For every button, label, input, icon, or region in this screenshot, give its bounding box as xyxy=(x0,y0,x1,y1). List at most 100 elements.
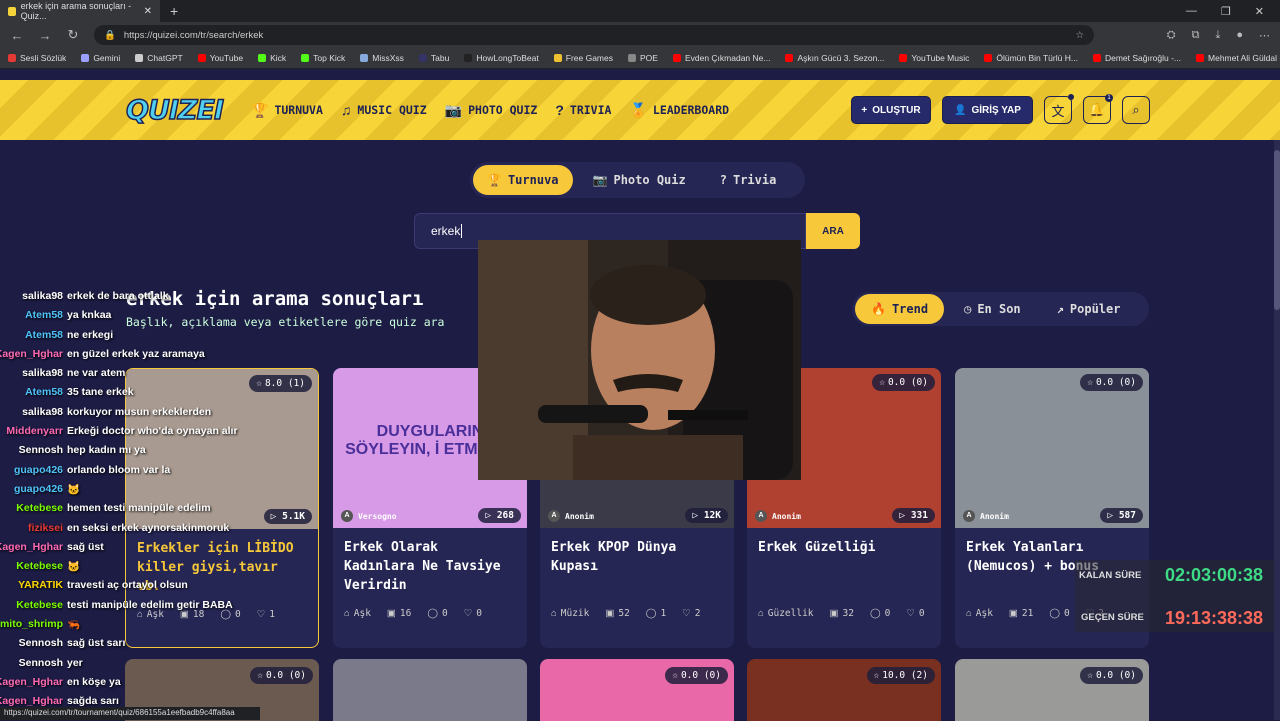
bookmark-item[interactable]: Ölümün Bin Türlü H... xyxy=(984,53,1078,63)
chat-message: Ketebese hemen testi manipüle edelim xyxy=(0,502,280,521)
bookmark-icon xyxy=(418,54,427,62)
nav-label: LEADERBOARD xyxy=(652,103,730,117)
comment-icon: ◯ xyxy=(645,608,657,619)
bookmark-item[interactable]: Free Games xyxy=(553,53,613,63)
new-tab-icon[interactable]: + xyxy=(170,3,178,19)
browser-tab[interactable]: erkek için arama sonuçları - Quiz... ✕ xyxy=(0,0,160,22)
extensions-puzzle-icon[interactable]: ⧉ xyxy=(1192,29,1200,42)
chat-message: Middenyarr Erkeği doctor who'da oynayan a… xyxy=(0,425,280,444)
chat-text: orlando bloom var la xyxy=(67,463,171,476)
minimize-icon[interactable]: — xyxy=(1186,5,1197,18)
extension-icon[interactable]: ⛭ xyxy=(1167,29,1176,42)
bookmark-item[interactable]: Tabu xyxy=(418,53,449,63)
bookmark-item[interactable]: Mehmet Ali Güldal -... xyxy=(1196,53,1280,63)
comment-icon: ◯ xyxy=(869,608,881,619)
chat-message: Atem58 ya knkaa xyxy=(0,309,280,328)
bookmark-item[interactable]: YouTube xyxy=(197,53,243,63)
bookmark-item[interactable]: Gemini xyxy=(81,53,120,63)
menu-icon[interactable]: ⋯ xyxy=(1259,29,1270,42)
language-button[interactable]: 文 xyxy=(1044,94,1074,124)
bookmark-item[interactable]: Demet Sağıroğlu -... xyxy=(1092,53,1181,63)
quiz-title[interactable]: Erkek KPOP Dünya Kupası xyxy=(540,528,734,608)
nav-leaderboard[interactable]: 🏅 LEADERBOARD xyxy=(629,102,729,119)
chat-username: Gemito_shrimp xyxy=(0,618,63,631)
maximize-icon[interactable]: ❐ xyxy=(1221,5,1231,18)
url-field[interactable]: 🔒 https://quizei.com/tr/search/erkek ☆ xyxy=(94,25,1094,45)
notifications-button[interactable]: 🔔 1 xyxy=(1083,94,1113,124)
bookmark-label: Top Kick xyxy=(313,53,346,63)
author-info[interactable]: A Versogno xyxy=(341,510,397,522)
quiz-card[interactable]: ☆ 0.0 (0) xyxy=(955,659,1149,721)
login-button[interactable]: 👤 GİRİŞ YAP xyxy=(942,96,1033,124)
bookmark-item[interactable]: POE xyxy=(628,53,658,63)
stat-value: 0 xyxy=(884,608,891,619)
quiz-card[interactable]: ☆ 10.0 (2) xyxy=(747,659,941,721)
play-count: 5.1K xyxy=(282,511,305,522)
stat-value: Aşk xyxy=(975,608,993,619)
forward-icon[interactable]: → xyxy=(38,28,52,43)
quiz-card[interactable] xyxy=(333,659,527,721)
bookmark-item[interactable]: Evden Çıkmadan Ne... xyxy=(672,53,770,63)
quiz-title[interactable]: Erkek Olarak Kadınlara Ne Tavsiye Verird… xyxy=(333,528,527,608)
quiz-title[interactable]: Erkek Güzelliği xyxy=(747,528,941,608)
search-toggle-button[interactable]: ⌕ xyxy=(1122,96,1150,124)
nav-photo-quiz[interactable]: 📷 PHOTO QUIZ xyxy=(445,102,538,119)
avatar: A xyxy=(755,510,767,522)
sort-popüler[interactable]: ↗ Popüler xyxy=(1041,294,1137,324)
sort-en-son[interactable]: ◷ En Son xyxy=(948,294,1037,324)
bookmark-item[interactable]: Sesli Sözlük xyxy=(8,53,66,63)
bookmark-star-icon[interactable]: ☆ xyxy=(1075,30,1084,41)
chat-text: sağ üst xyxy=(67,540,104,553)
author-info[interactable]: A Anonim xyxy=(963,510,1009,522)
status-bar-url: https://quizei.com/tr/tournament/quiz/68… xyxy=(0,707,260,720)
bookmark-icon xyxy=(464,54,473,62)
nav-music-quiz[interactable]: ♫ MUSIC QUIZ xyxy=(341,102,427,119)
tab-trivia[interactable]: ? Trivia xyxy=(706,165,791,195)
profile-avatar-icon[interactable]: ● xyxy=(1236,29,1243,42)
page-scrollbar[interactable] xyxy=(1274,140,1280,720)
chat-text: hemen testi manipüle edelim xyxy=(67,502,211,515)
chat-username: Kagen_Hghar xyxy=(0,347,63,360)
download-icon[interactable]: ⤓ xyxy=(1215,29,1220,42)
bookmark-item[interactable]: MissXss xyxy=(360,53,404,63)
chat-message: Sennosh yer xyxy=(0,657,280,676)
chat-username: Ketebese xyxy=(16,502,63,515)
author-info[interactable]: A Anonim xyxy=(755,510,801,522)
close-tab-icon[interactable]: ✕ xyxy=(144,6,152,17)
search-button[interactable]: ARA xyxy=(806,213,860,249)
play-count: 587 xyxy=(1118,510,1136,521)
chat-text: en güzel erkek yaz aramaya xyxy=(67,347,205,360)
bookmark-item[interactable]: YouTube Music xyxy=(899,53,969,63)
stat-value: 21 xyxy=(1021,608,1034,619)
sort-trend[interactable]: 🔥 Trend xyxy=(855,294,945,324)
bookmark-item[interactable]: Aşkın Gücü 3. Sezon... xyxy=(785,53,884,63)
chat-username: Ketebese xyxy=(16,560,63,573)
rating-value: 0.0 (0) xyxy=(680,670,721,681)
nav-trivia[interactable]: ? TRIVIA xyxy=(555,102,611,119)
stat-value: 52 xyxy=(618,608,630,619)
chat-message: Atem58 35 tane erkek xyxy=(0,386,280,405)
quizei-logo[interactable]: QUIZEI xyxy=(125,94,225,127)
tag-icon: ⌂ xyxy=(758,608,764,619)
play-icon: ▷ xyxy=(899,510,911,521)
author-name: Anonim xyxy=(565,511,594,521)
author-info[interactable]: A Anonim xyxy=(548,510,594,522)
tab-photo-quiz[interactable]: 📷 Photo Quiz xyxy=(579,165,700,195)
nav-turnuva[interactable]: 🏆 TURNUVA xyxy=(251,102,323,119)
back-icon[interactable]: ← xyxy=(10,28,24,43)
bookmark-item[interactable]: ChatGPT xyxy=(135,53,183,63)
chat-username: Kagen_Hghar xyxy=(0,675,63,688)
bookmark-icon xyxy=(360,54,369,62)
stat-comments: ◯ 0 xyxy=(870,608,890,619)
quiz-card[interactable]: ☆ 0.0 (0) xyxy=(540,659,734,721)
bookmark-item[interactable]: HowLongToBeat xyxy=(464,53,539,63)
chat-text: Erkeği doctor who'da oynayan alır xyxy=(67,425,238,438)
bookmark-item[interactable]: Top Kick xyxy=(301,53,345,63)
tab-turnuva[interactable]: 🏆 Turnuva xyxy=(473,165,573,195)
create-button[interactable]: + OLUŞTUR xyxy=(851,96,931,124)
elapsed-label: GEÇEN SÜRE xyxy=(1081,612,1144,623)
bookmark-item[interactable]: Kick xyxy=(258,53,286,63)
chat-username: Sennosh xyxy=(18,637,63,650)
reload-icon[interactable]: ↻ xyxy=(66,27,80,43)
close-window-icon[interactable]: ✕ xyxy=(1255,5,1264,18)
